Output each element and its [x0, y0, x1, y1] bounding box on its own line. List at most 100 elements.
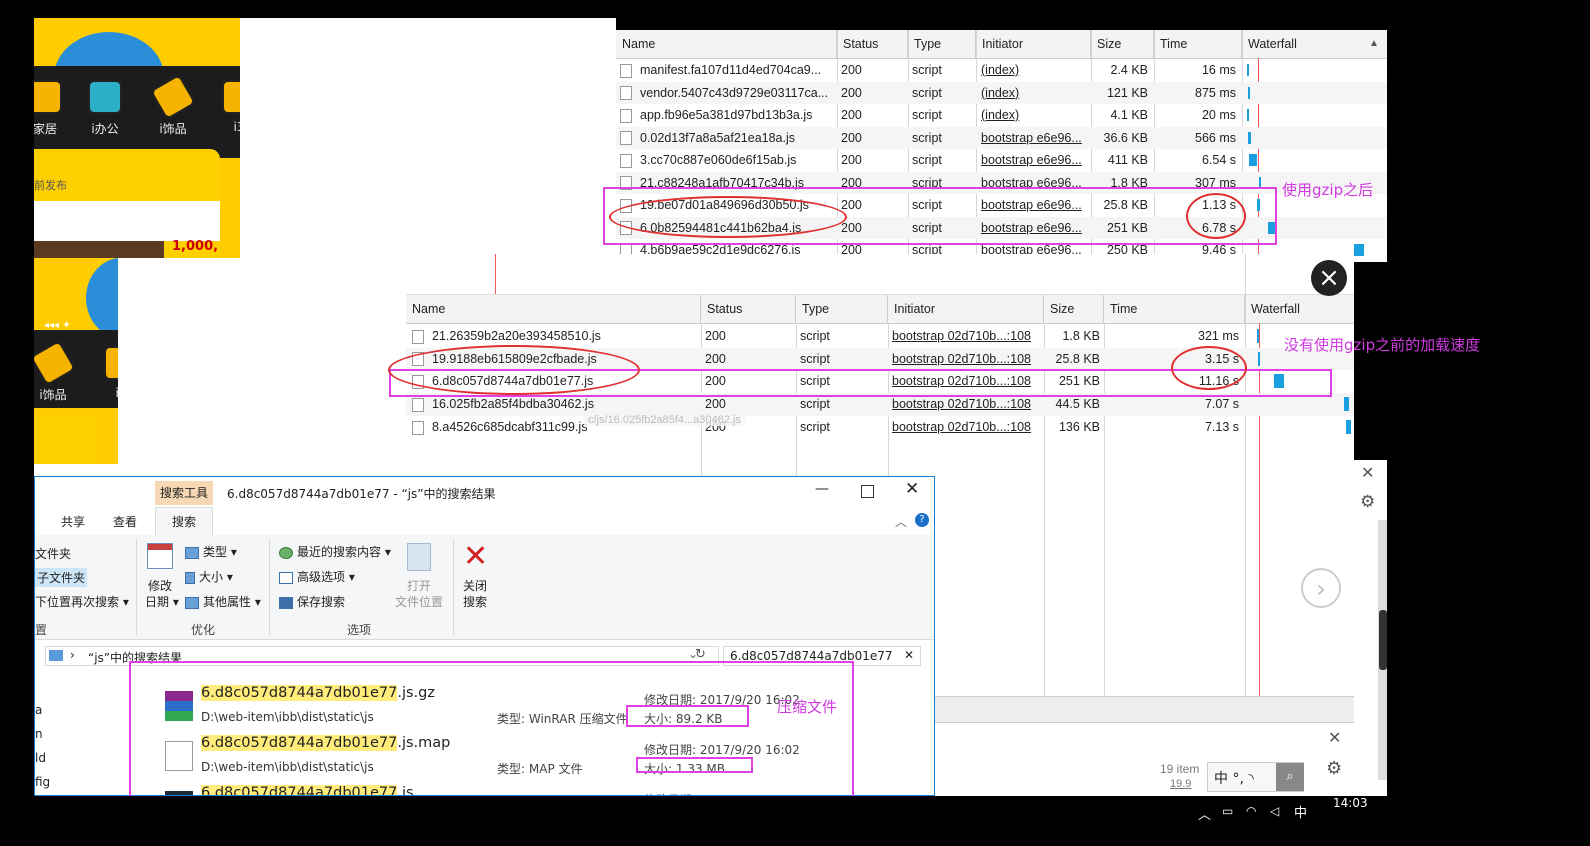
promo-white: [34, 201, 220, 241]
ribbon-advanced[interactable]: 高级选项 ▾: [279, 568, 355, 585]
next-arrow-icon[interactable]: ›: [1301, 568, 1341, 608]
tab-search[interactable]: 搜索: [155, 507, 213, 536]
cell-initiator[interactable]: (index): [981, 82, 1087, 105]
modify-date-button-2[interactable]: 日期 ▾: [145, 593, 179, 610]
sort-arrow-icon[interactable]: ▲: [1369, 38, 1379, 49]
col-size[interactable]: Size: [1091, 30, 1154, 58]
col-initiator[interactable]: Initiator: [888, 295, 1044, 323]
category-office[interactable]: i办公: [80, 80, 130, 137]
ribbon-search-again[interactable]: 下位置再次搜索 ▾: [35, 593, 129, 610]
maximize-button[interactable]: [861, 485, 874, 498]
cell-size: 121 KB: [1095, 82, 1148, 105]
close-overlay-icon[interactable]: ×: [1311, 260, 1347, 296]
ime-bar[interactable]: 中 °, ◝ ⌕: [1207, 762, 1304, 792]
status-text: 200: [705, 351, 726, 366]
table-row[interactable]: app.fb96e5a381d97bd13b3a.js 200 script (ind…: [616, 104, 1387, 127]
side-gear-icon[interactable]: ⚙: [1360, 492, 1375, 512]
circle-before-name: [388, 345, 640, 395]
tab-share[interactable]: 共享: [61, 513, 85, 530]
cell-status: 200: [841, 104, 901, 127]
edge-handle[interactable]: [1379, 610, 1387, 670]
cell-status: 200: [705, 348, 790, 371]
cell-initiator[interactable]: (index): [981, 59, 1087, 82]
category-accessories[interactable]: i饰品: [34, 339, 78, 403]
cell-initiator[interactable]: bootstrap e6e96...: [981, 127, 1087, 150]
volume-icon[interactable]: ◁: [1270, 804, 1279, 818]
tray-chevron-icon[interactable]: ︿: [1198, 804, 1211, 823]
help-icon[interactable]: ?: [915, 513, 929, 527]
col-initiator[interactable]: Initiator: [976, 30, 1091, 58]
ribbon-other-props[interactable]: 其他属性 ▾: [185, 593, 261, 610]
table-row[interactable]: manifest.fa107d11d4ed704ca9... 200 script (…: [616, 59, 1387, 82]
close-search-button[interactable]: 关闭: [463, 577, 487, 594]
size-text: 36.6 KB: [1103, 130, 1148, 145]
folder-icon: [49, 650, 63, 661]
search-icon[interactable]: ⌕: [1276, 763, 1304, 791]
nav-item[interactable]: fig: [35, 775, 50, 789]
open-location-button-2[interactable]: 文件位置: [395, 593, 443, 610]
promo-card[interactable]: 前发布 1,000,: [34, 149, 220, 258]
category-digital[interactable]: i3: [214, 80, 240, 134]
price-partial: 1,000,: [172, 239, 219, 254]
collapse-ribbon-icon[interactable]: ︿: [895, 513, 907, 530]
network-icon[interactable]: ▭: [1222, 804, 1233, 818]
col-type[interactable]: Type: [908, 30, 976, 58]
col-name[interactable]: Name: [616, 30, 837, 58]
context-tab-search-tools[interactable]: 搜索工具: [155, 481, 213, 505]
time-text: 20 ms: [1201, 108, 1236, 122]
modify-date-button[interactable]: 修改: [148, 577, 172, 594]
cell-time: 6.54 s: [1158, 149, 1236, 172]
category-home[interactable]: 家居: [34, 80, 70, 137]
drawer-close-icon[interactable]: ✕: [1328, 728, 1341, 747]
category-digital[interactable]: i3: [96, 346, 118, 400]
category-accessories[interactable]: i饰品: [148, 73, 198, 137]
side-close-icon[interactable]: ✕: [1361, 463, 1374, 482]
ribbon-recent-searches[interactable]: 最近的搜索内容 ▾: [279, 543, 391, 560]
wifi-icon[interactable]: ◠: [1246, 804, 1256, 818]
cell-name: 0.02d13f7a8a5af21ea18a.js: [620, 127, 835, 150]
type-text: script: [800, 329, 830, 343]
refresh-icon[interactable]: ↻: [695, 647, 706, 662]
table-row[interactable]: vendor.5407c43d9729e03117ca... 200 script (…: [616, 81, 1387, 105]
col-size[interactable]: Size: [1044, 295, 1104, 323]
tab-view[interactable]: 查看: [113, 513, 137, 530]
status-text: 200: [705, 329, 726, 343]
cell-initiator[interactable]: bootstrap e6e96...: [981, 149, 1087, 172]
ribbon-subfolders[interactable]: 子文件夹: [35, 568, 88, 587]
nav-item[interactable]: ld: [35, 751, 46, 765]
cell-initiator[interactable]: bootstrap 02d710b...:108: [892, 416, 1042, 439]
ribbon-current-folder[interactable]: 文件夹: [35, 545, 71, 562]
table-row[interactable]: 8.a4526c685dcabf311c99.js 200 script bootst…: [406, 416, 1354, 439]
table-row[interactable]: 3.cc70c887e060de6f15ab.js 200 script bootst…: [616, 149, 1387, 172]
col-status[interactable]: Status: [701, 295, 796, 323]
col-waterfall[interactable]: Waterfall: [1242, 30, 1387, 58]
open-location-button[interactable]: 打开: [407, 577, 431, 594]
col-type[interactable]: Type: [796, 295, 888, 323]
cell-initiator[interactable]: bootstrap 02d710b...:108: [892, 348, 1042, 371]
col-waterfall[interactable]: Waterfall: [1245, 295, 1354, 323]
ime-indicator[interactable]: 中: [1294, 802, 1307, 821]
table-row[interactable]: 21.26359b2a20e393458510.js 200 script boots…: [406, 325, 1354, 348]
cell-type: script: [800, 348, 880, 371]
col-time[interactable]: Time: [1104, 295, 1245, 323]
ribbon-type[interactable]: 类型 ▾: [185, 543, 237, 560]
settings-gear-icon[interactable]: ⚙: [1326, 758, 1342, 779]
nav-item[interactable]: n: [35, 727, 43, 741]
cell-initiator[interactable]: bootstrap 02d710b...:108: [892, 325, 1042, 348]
col-status[interactable]: Status: [837, 30, 908, 58]
minimize-button[interactable]: —: [815, 481, 829, 497]
cell-initiator[interactable]: (index): [981, 104, 1087, 127]
col-name[interactable]: Name: [406, 295, 701, 323]
note-compressed-file: 压缩文件: [777, 698, 838, 716]
ribbon-save-search[interactable]: 保存搜索: [279, 593, 345, 610]
search-clear-icon[interactable]: ✕: [904, 648, 914, 662]
clock[interactable]: 14:03: [1333, 796, 1368, 810]
col-time[interactable]: Time: [1154, 30, 1242, 58]
close-button[interactable]: ✕: [905, 479, 919, 499]
close-search-button-2[interactable]: 搜索: [463, 593, 487, 610]
table-row[interactable]: 0.02d13f7a8a5af21ea18a.js 200 script bootst…: [616, 126, 1387, 150]
waterfall-bar: [1248, 86, 1250, 99]
ribbon-size[interactable]: 大小 ▾: [185, 568, 233, 585]
nav-item[interactable]: a: [35, 703, 42, 717]
cell-size: 411 KB: [1095, 149, 1148, 172]
